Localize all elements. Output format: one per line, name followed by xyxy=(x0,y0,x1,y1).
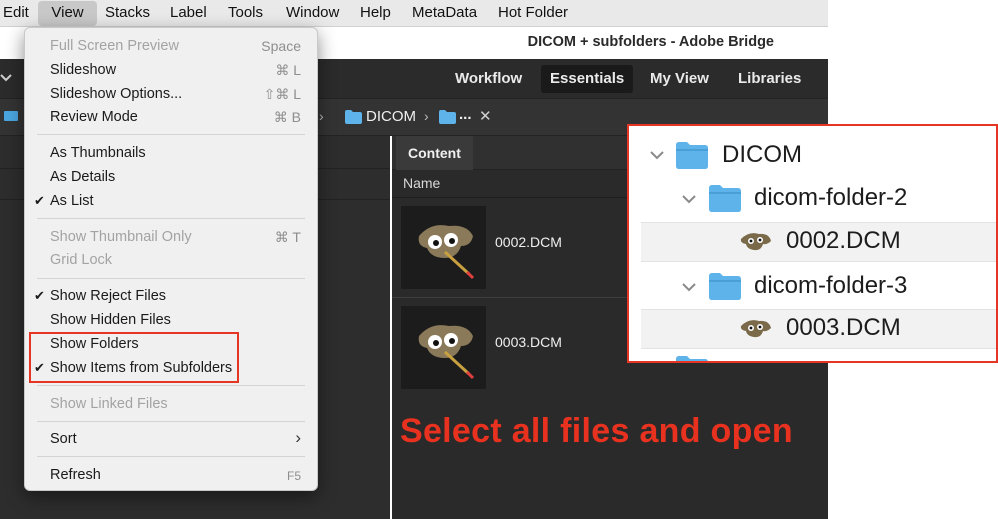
close-icon[interactable]: ✕ xyxy=(479,107,492,125)
workspace-essentials[interactable]: Essentials xyxy=(541,65,634,93)
folder-icon xyxy=(676,142,708,169)
chevron-right-icon: › xyxy=(295,428,301,447)
chevron-down-icon xyxy=(650,151,664,160)
tree-folder-3: dicom-folder-3 xyxy=(754,272,908,299)
menu-item-as-thumbnails[interactable]: As Thumbnails xyxy=(25,142,317,164)
chevron-down-icon[interactable] xyxy=(0,71,14,85)
checkmark-icon: ✔ xyxy=(34,193,45,208)
folder-icon xyxy=(439,110,456,124)
menu-item-as-list[interactable]: ✔ As List xyxy=(25,190,317,212)
tree-folder-2: dicom-folder-2 xyxy=(754,184,908,211)
menu-hot-folder[interactable]: Hot Folder xyxy=(490,0,576,27)
workspace-libraries[interactable]: Libraries xyxy=(729,65,810,93)
path-segment-more[interactable]: ... xyxy=(459,106,472,123)
menu-item-grid-lock[interactable]: Grid Lock xyxy=(25,249,317,271)
menu-item-show-linked-files[interactable]: Show Linked Files xyxy=(25,393,317,415)
folder-icon xyxy=(676,356,708,361)
gimp-wilber-icon xyxy=(418,325,475,380)
menu-metadata[interactable]: MetaData xyxy=(404,0,485,27)
menu-edit[interactable]: Edit xyxy=(0,0,37,27)
gimp-wilber-icon xyxy=(418,225,475,280)
workspace-workflow[interactable]: Workflow xyxy=(446,65,531,93)
menu-separator xyxy=(37,278,305,279)
path-separator-icon: › xyxy=(424,108,429,124)
menu-item-show-hidden-files[interactable]: Show Hidden Files xyxy=(25,309,317,331)
menu-item-show-reject-files[interactable]: ✔ Show Reject Files xyxy=(25,285,317,307)
tree-file-0002: 0002.DCM xyxy=(786,227,901,254)
menu-separator xyxy=(37,218,305,219)
tree-file-0003: 0003.DCM xyxy=(786,314,901,341)
file-name: 0003.DCM xyxy=(495,334,562,350)
menu-item-as-details[interactable]: As Details xyxy=(25,166,317,188)
menu-item-slideshow-options[interactable]: Slideshow Options... ⇧⌘ L xyxy=(25,83,317,105)
menu-item-full-screen-preview[interactable]: Full Screen Preview Space xyxy=(25,35,317,57)
folder-tree-callout: DICOM dicom-folder-2 0002.DCM dicom-fold… xyxy=(627,124,998,363)
tree-root-dicom: DICOM xyxy=(722,141,802,168)
workspace-my-view[interactable]: My View xyxy=(641,65,718,93)
menu-item-refresh[interactable]: Refresh F5 xyxy=(25,464,317,486)
tab-content[interactable]: Content xyxy=(396,136,473,170)
folder-icon xyxy=(709,273,741,300)
column-name[interactable]: Name xyxy=(403,170,440,196)
file-name: 0002.DCM xyxy=(495,234,562,250)
file-thumbnail xyxy=(401,306,486,389)
highlight-box xyxy=(29,332,239,383)
menu-item-slideshow[interactable]: Slideshow ⌘ L xyxy=(25,59,317,81)
menu-view[interactable]: View xyxy=(38,1,97,26)
instruction-text: Select all files and open xyxy=(400,412,793,450)
path-segment-dicom[interactable]: DICOM xyxy=(366,108,416,125)
menu-stacks[interactable]: Stacks xyxy=(97,0,158,27)
window-title: DICOM + subfolders - Adobe Bridge xyxy=(527,34,774,50)
menu-item-sort[interactable]: Sort › xyxy=(25,428,317,450)
file-thumbnail xyxy=(401,206,486,289)
menu-separator xyxy=(37,134,305,135)
menu-label[interactable]: Label xyxy=(162,0,215,27)
menu-item-review-mode[interactable]: Review Mode ⌘ B xyxy=(25,106,317,128)
gimp-wilber-icon xyxy=(740,233,771,251)
folder-icon xyxy=(709,185,741,212)
menu-help[interactable]: Help xyxy=(352,0,399,27)
view-menu: Full Screen Preview Space Slideshow ⌘ L … xyxy=(24,27,318,491)
computer-icon xyxy=(4,111,18,121)
checkmark-icon: ✔ xyxy=(34,288,45,303)
gimp-wilber-icon xyxy=(740,320,771,338)
menu-separator xyxy=(37,385,305,386)
chevron-down-icon xyxy=(682,195,696,204)
menu-tools[interactable]: Tools xyxy=(220,0,271,27)
menu-bar: Edit View Stacks Label Tools Window Help… xyxy=(0,0,828,27)
menu-item-show-thumbnail-only[interactable]: Show Thumbnail Only ⌘ T xyxy=(25,226,317,248)
menu-separator xyxy=(37,421,305,422)
path-separator-icon: › xyxy=(319,108,324,124)
menu-separator xyxy=(37,456,305,457)
menu-window[interactable]: Window xyxy=(278,0,347,27)
chevron-down-icon xyxy=(682,283,696,292)
folder-icon xyxy=(345,110,362,124)
